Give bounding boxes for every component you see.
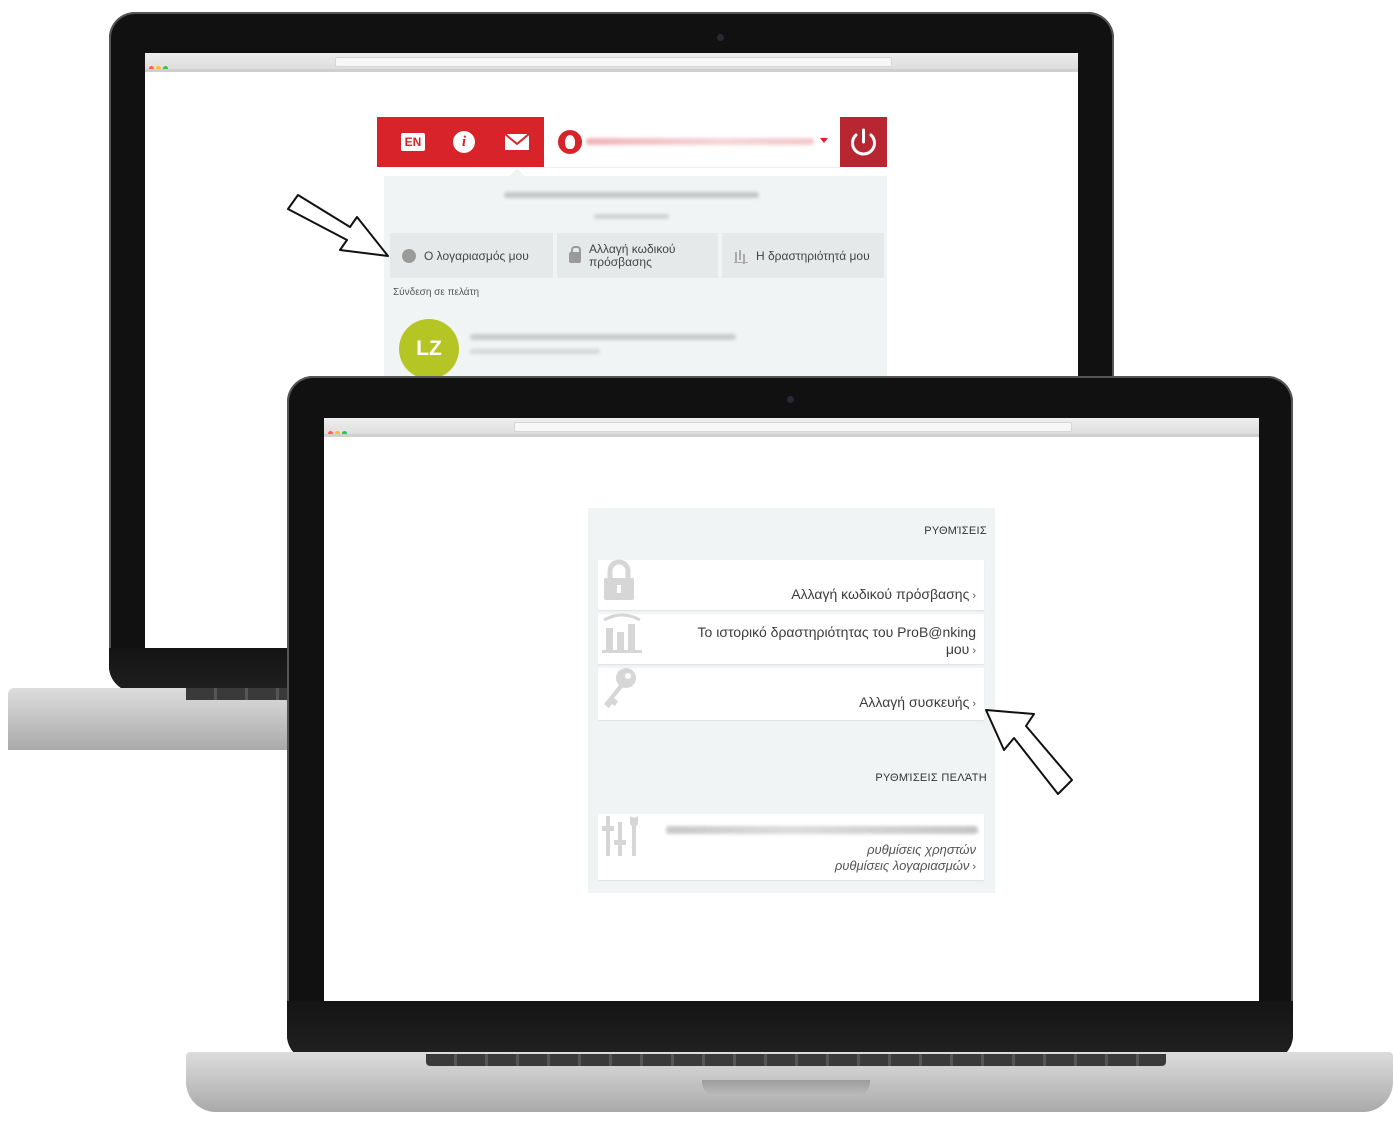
header-actions: EN i — [377, 117, 544, 167]
chevron-right-icon: › — [972, 645, 976, 657]
browser-toolbar — [324, 418, 1259, 437]
chevron-right-icon: › — [972, 698, 976, 710]
account-settings-label: ρυθμίσεις λογαριασμών — [834, 858, 970, 873]
customer-settings-heading: ΡΥΘΜΊΣΕΙΣ ΠΕΛΆΤΗ — [875, 772, 987, 784]
change-device-row[interactable]: Αλλαγή συσκευής › — [598, 668, 984, 720]
settings-heading: ΡΥΘΜΊΣΕΙΣ — [924, 525, 987, 537]
key-icon — [604, 668, 636, 708]
front-laptop-keyboard-edge — [426, 1054, 1166, 1066]
bar-chart-icon — [734, 248, 748, 263]
front-laptop-lid: ΡΥΘΜΊΣΕΙΣ Αλλαγή κωδικού πρόσβασης › Το ι… — [287, 376, 1293, 1061]
change-device-label: Αλλαγή συσκευής — [859, 694, 970, 710]
blurred-customer-detail — [470, 349, 600, 354]
activity-history-label: Το ιστορικό δραστηριότητας του ProB@nkin… — [697, 624, 976, 640]
trackpad-notch — [702, 1080, 870, 1096]
change-password-button[interactable]: Αλλαγή κωδικού πρόσβασης — [557, 233, 718, 278]
blurred-customer-name — [470, 334, 736, 340]
tools-icon — [602, 816, 638, 856]
browser-toolbar — [145, 53, 1078, 72]
chevron-right-icon: › — [972, 590, 976, 602]
activity-history-row[interactable]: Το ιστορικό δραστηριότητας του ProB@nkin… — [598, 613, 984, 664]
bar-chart-icon — [602, 613, 642, 653]
blurred-username — [586, 138, 814, 145]
padlock-icon — [604, 559, 634, 600]
change-password-label: Αλλαγή κωδικού πρόσβασης — [791, 586, 970, 602]
front-laptop-base — [186, 1052, 1393, 1112]
my-account-button[interactable]: Ο λογαριασμός μου — [390, 233, 553, 278]
my-activity-button[interactable]: Η δραστηριότητά μου — [722, 233, 884, 278]
change-password-label: Αλλαγή κωδικού πρόσβασης — [589, 241, 676, 269]
user-settings-label: ρυθμίσεις χρηστών — [867, 842, 976, 857]
chevron-down-icon[interactable] — [820, 138, 828, 143]
blurred-name — [504, 192, 759, 198]
front-laptop-screen: ΡΥΘΜΊΣΕΙΣ Αλλαγή κωδικού πρόσβασης › Το ι… — [324, 418, 1259, 1001]
language-toggle-button[interactable]: EN — [401, 133, 425, 151]
customer-avatar[interactable]: LZ — [399, 319, 459, 379]
front-laptop-camera — [787, 396, 794, 403]
logout-button[interactable] — [840, 117, 887, 167]
change-password-row[interactable]: Αλλαγή κωδικού πρόσβασης › — [598, 559, 984, 610]
blurred-customer-name — [666, 826, 978, 834]
mail-icon[interactable] — [504, 130, 530, 154]
back-laptop-camera — [717, 34, 724, 41]
pointer-arrow-icon — [287, 194, 389, 257]
header-bar: EN i — [377, 117, 887, 168]
user-menu[interactable] — [544, 117, 840, 168]
user-icon — [402, 248, 416, 263]
my-activity-label: Η δραστηριότητά μου — [756, 248, 870, 263]
address-bar[interactable] — [514, 422, 1072, 432]
address-bar[interactable] — [335, 57, 892, 67]
pointer-arrow-icon — [985, 709, 1073, 795]
my-account-label: Ο λογαριασμός μου — [424, 248, 529, 263]
power-icon — [851, 128, 876, 156]
info-icon[interactable]: i — [453, 131, 475, 153]
chevron-right-icon: › — [972, 861, 976, 873]
settings-panel: ΡΥΘΜΊΣΕΙΣ Αλλαγή κωδικού πρόσβασης › Το ι… — [588, 508, 995, 893]
user-avatar-icon — [558, 130, 582, 154]
customer-settings-row[interactable]: ρυθμίσεις χρηστών ρυθμίσεις λογαριασμών › — [598, 814, 984, 880]
connect-to-customer-heading: Σύνδεση σε πελάτη — [393, 287, 480, 298]
activity-history-label-cont: μου — [945, 641, 970, 657]
lock-icon — [569, 246, 581, 263]
blurred-id — [594, 214, 669, 219]
